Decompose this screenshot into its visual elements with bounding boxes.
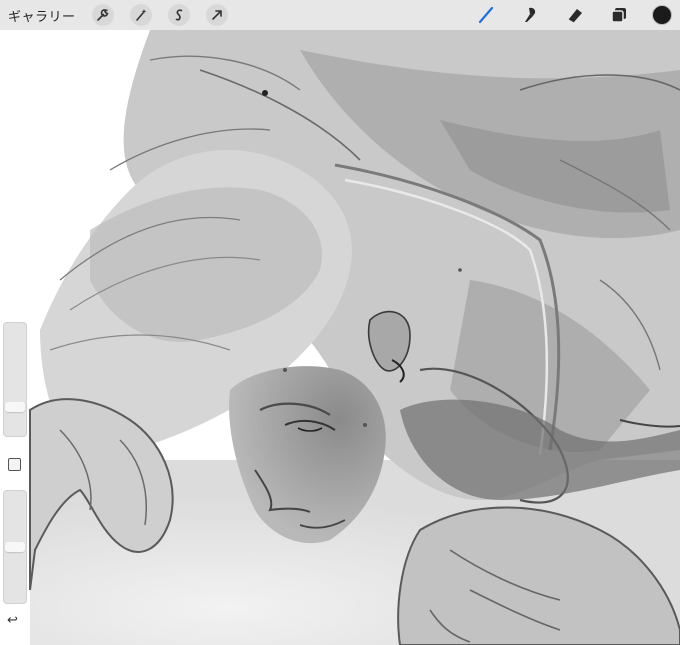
undo-icon[interactable]: ↩ bbox=[7, 612, 18, 628]
modify-button[interactable] bbox=[8, 458, 21, 471]
opacity-thumb[interactable] bbox=[5, 542, 25, 552]
drawing-canvas[interactable] bbox=[0, 30, 680, 645]
brush-size-thumb[interactable] bbox=[5, 402, 25, 412]
brush-size-slider[interactable] bbox=[3, 322, 27, 437]
color-picker-button[interactable] bbox=[652, 5, 672, 25]
magic-wand-icon[interactable] bbox=[129, 4, 152, 26]
layers-icon[interactable] bbox=[608, 4, 630, 26]
top-toolbar: ギャラリー bbox=[0, 0, 680, 30]
transform-arrow-icon[interactable] bbox=[205, 4, 228, 26]
sketch-artwork bbox=[0, 30, 680, 645]
eraser-icon[interactable] bbox=[564, 4, 586, 26]
brush-icon[interactable] bbox=[476, 4, 498, 26]
selection-icon[interactable] bbox=[167, 4, 190, 26]
wrench-icon[interactable] bbox=[91, 4, 114, 26]
opacity-slider[interactable] bbox=[3, 490, 27, 604]
left-sidebar: ↩ bbox=[0, 320, 28, 635]
gallery-button[interactable]: ギャラリー bbox=[8, 6, 76, 25]
right-tool-group bbox=[454, 0, 672, 30]
smudge-icon[interactable] bbox=[520, 4, 542, 26]
